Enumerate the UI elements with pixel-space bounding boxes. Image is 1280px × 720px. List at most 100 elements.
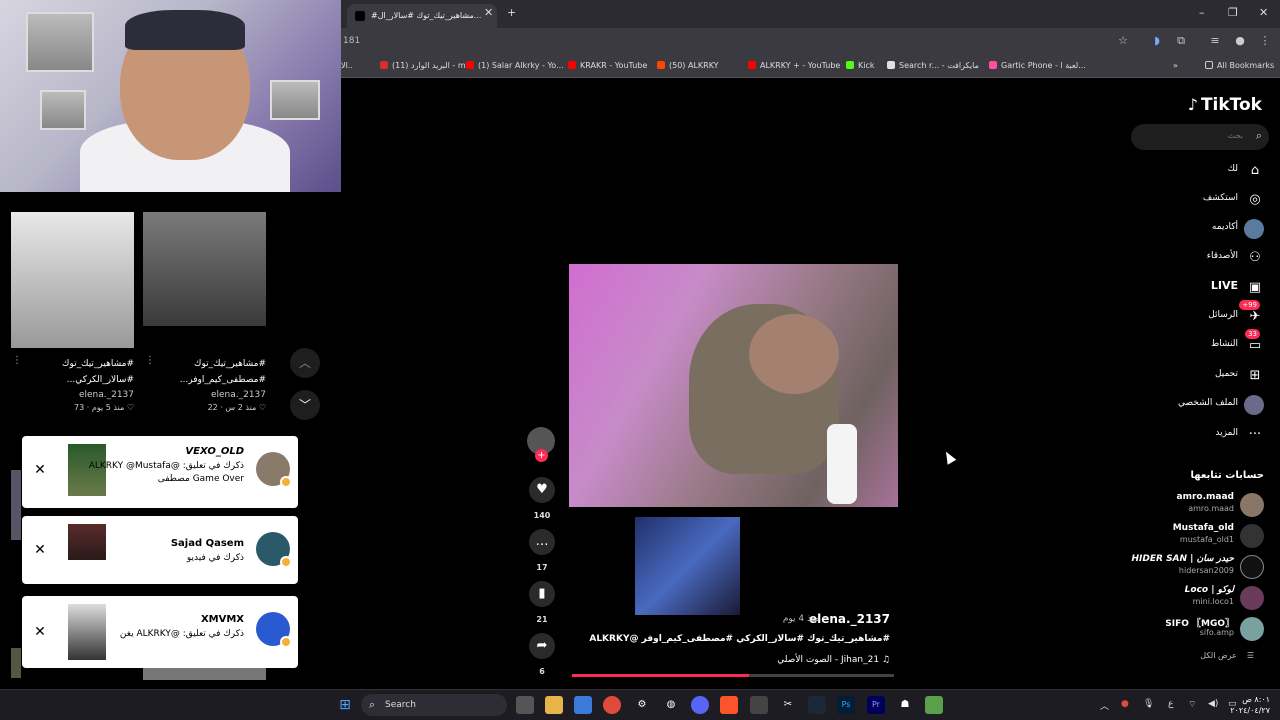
minimize-button[interactable]: –	[1199, 6, 1205, 19]
close-icon[interactable]: ✕	[32, 462, 48, 478]
video-thumbnail[interactable]	[11, 648, 21, 678]
star-icon[interactable]: ☆	[1117, 35, 1129, 47]
tray-app-icon[interactable]: ●	[1121, 699, 1129, 709]
video-preview-thumbnail[interactable]	[635, 517, 740, 615]
media-icon[interactable]: ≡	[1209, 35, 1221, 47]
capcut-icon[interactable]: ✂	[779, 696, 797, 714]
steam-icon[interactable]: ◍	[662, 696, 680, 714]
discord-icon[interactable]	[691, 696, 709, 714]
following-account[interactable]: amro.maad amro.maad	[1114, 492, 1264, 518]
video-author[interactable]: elena._2137	[141, 390, 266, 400]
maximize-button[interactable]: ❐	[1228, 6, 1238, 19]
bookmark[interactable]: Search r... - مايكرافت	[887, 61, 979, 70]
video-thumbnail[interactable]	[143, 666, 266, 680]
app-icon[interactable]	[750, 696, 768, 714]
ghost-app-icon[interactable]: ☗	[896, 696, 914, 714]
bookmark[interactable]: (11) البريد الوارد - m...	[380, 61, 473, 70]
language-indicator[interactable]: ع	[1168, 699, 1173, 709]
clock[interactable]: ٨:٠١ ص ٢٠٢٤/٠٤/٢٧	[1230, 694, 1270, 716]
task-view-icon[interactable]	[516, 696, 534, 714]
notification-toast[interactable]: ✕ VEXO_OLD ذكرك في تعليق: @ALKRKY @Musta…	[22, 436, 298, 508]
video-title-line[interactable]: #مشاهير_تيك_توك	[141, 356, 266, 372]
search-icon[interactable]: ⌕	[1256, 129, 1262, 143]
nav-activity[interactable]: ▭ 33 النشاط	[1124, 329, 1264, 357]
nav-label: النشاط	[1210, 339, 1238, 349]
nav-live[interactable]: ▣ LIVE	[1124, 277, 1264, 299]
video-thumbnail[interactable]	[11, 212, 134, 348]
nav-friends[interactable]: ⚇ الأصدقاء	[1124, 247, 1264, 269]
share-icon[interactable]: ➦	[529, 633, 555, 659]
menu-icon[interactable]: ⋮	[1259, 35, 1271, 47]
following-account[interactable]: Mustafa_old mustafa_old1	[1114, 523, 1264, 549]
nav-more[interactable]: ··· المزيد	[1124, 424, 1264, 446]
puzzle-icon[interactable]: ⧉	[1175, 35, 1187, 47]
nav-upload[interactable]: ⊞ تحميل	[1124, 365, 1264, 387]
nav-following[interactable]: أكاديمه	[1124, 218, 1264, 240]
video-sound[interactable]: ♫ Jihan_21 - الصوت الأصلي	[777, 655, 890, 665]
following-account[interactable]: SIFO 〖MGO〗 sifo.amp	[1114, 616, 1264, 642]
nav-profile[interactable]: الملف الشخصي	[1124, 394, 1264, 416]
premiere-icon[interactable]: Pr	[867, 696, 885, 714]
wifi-icon[interactable]: ⌔	[1188, 699, 1196, 710]
video-title-line[interactable]: #سالار_الكركي...	[9, 372, 134, 388]
video-caption[interactable]: #مشاهير_تيك_توك #سالار_الكركي #مصطفى_كيم…	[589, 634, 890, 644]
notification-toast[interactable]: ✕ XMVMX ذكرك في تعليق: @ALKRKY يغن	[22, 596, 298, 668]
bookmark[interactable]: (50) ALKRKY	[657, 61, 719, 70]
following-account[interactable]: Loco | لوكو mini.loco1	[1114, 585, 1264, 611]
settings-icon[interactable]: ⚙	[633, 696, 651, 714]
video-title-line[interactable]: #مشاهير_تيك_توك	[9, 356, 134, 372]
nav-for-you[interactable]: ⌂ لك	[1124, 160, 1264, 182]
minecraft-icon[interactable]	[925, 696, 943, 714]
following-account[interactable]: HIDER SAN | حيدر سان hidersan2009	[1114, 554, 1264, 580]
see-all-link[interactable]: عرض الكل ☰	[1200, 651, 1264, 660]
tiktok-logo[interactable]: ♪ TikTok	[1188, 95, 1262, 115]
bookmark[interactable]: الا..	[341, 61, 353, 70]
video-progress-bar[interactable]	[572, 674, 894, 677]
video-title-line[interactable]: #مصطفى_كيم_اوفر...	[141, 372, 266, 388]
tab-close-icon[interactable]: ✕	[484, 6, 493, 19]
steam-client-icon[interactable]	[808, 696, 826, 714]
video-thumbnail[interactable]	[11, 470, 21, 540]
bookmark[interactable]: KRAKR - YouTube	[568, 61, 647, 70]
bookmark[interactable]: ALKRKY + - YouTube	[748, 61, 840, 70]
bookmark[interactable]: (1) Salar Alkrky - Yo...	[466, 61, 564, 70]
brave-icon[interactable]	[720, 696, 738, 714]
scroll-up-button[interactable]: ︿	[290, 348, 320, 378]
file-explorer-icon[interactable]	[545, 696, 563, 714]
microphone-icon[interactable]: 🎙	[1143, 699, 1154, 709]
all-bookmarks[interactable]: All Bookmarks	[1205, 61, 1274, 70]
profile-icon[interactable]: ●	[1234, 35, 1246, 47]
photoshop-icon[interactable]: Ps	[837, 696, 855, 714]
volume-icon[interactable]: ◀)	[1208, 699, 1218, 709]
nav-explore[interactable]: ◎ استكشف	[1124, 189, 1264, 211]
store-icon[interactable]	[574, 696, 592, 714]
close-icon[interactable]: ✕	[32, 624, 48, 640]
like-icon[interactable]: ♥	[529, 477, 555, 503]
comment-icon[interactable]: …	[529, 529, 555, 555]
video-thumbnail[interactable]	[143, 212, 266, 326]
bookmark[interactable]: Gartic Phone - لعبة ا...	[989, 61, 1086, 70]
windows-start-icon[interactable]: ⊞	[336, 696, 354, 714]
chrome-icon[interactable]	[603, 696, 621, 714]
account-name: HIDER SAN | حيدر سان	[1131, 554, 1235, 564]
browser-tab-active[interactable]: #مشاهير_تيك_توك #سالار_ال...	[347, 4, 497, 28]
bookmark[interactable]: Kick	[846, 61, 875, 70]
search-input[interactable]: بحث ⌕	[1131, 124, 1269, 150]
notification-toast[interactable]: ✕ Sajad Qasem ذكرك في فيديو	[22, 516, 298, 584]
new-tab-button[interactable]: +	[507, 6, 516, 19]
close-window-button[interactable]: ✕	[1259, 6, 1268, 19]
bookmark-icon[interactable]: ▮	[529, 581, 555, 607]
nav-messages[interactable]: ✈ +99 الرسائل	[1124, 300, 1264, 328]
taskbar-search-label: Search	[385, 700, 416, 710]
url-field[interactable]: 181	[343, 36, 360, 46]
bookmarks-bar: الا.. (11) البريد الوارد - m... (1) Sala…	[341, 56, 1280, 78]
scroll-down-button[interactable]: ﹀	[290, 390, 320, 420]
tray-chevron-icon[interactable]: ︿	[1100, 699, 1109, 712]
video-player[interactable]	[569, 264, 898, 507]
follow-plus-icon[interactable]: +	[535, 449, 548, 462]
video-author[interactable]: elena._2137	[9, 390, 134, 400]
close-icon[interactable]: ✕	[32, 542, 48, 558]
taskbar-search[interactable]: ⌕ Search	[361, 694, 507, 716]
more-bookmarks-icon[interactable]: »	[1173, 61, 1178, 70]
extension-icon[interactable]: ◗	[1151, 35, 1163, 47]
